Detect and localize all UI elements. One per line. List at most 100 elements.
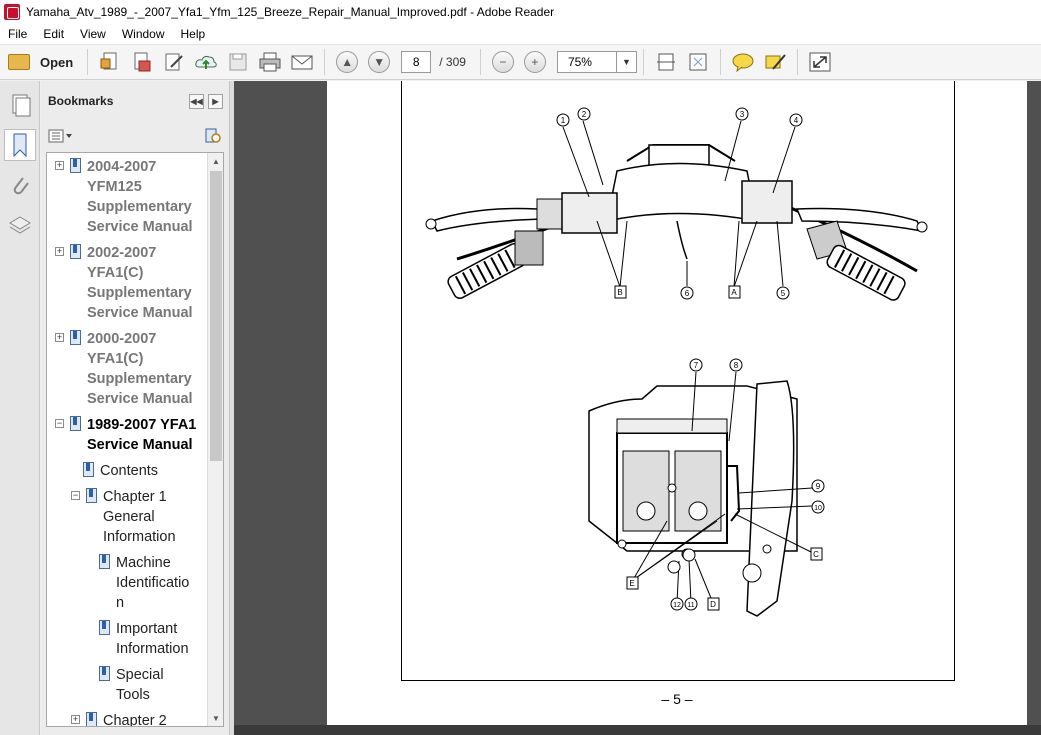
expand-toggle-icon[interactable]: + (55, 333, 64, 342)
expand-toggle-icon[interactable]: + (55, 247, 64, 256)
bookmarks-scrollbar[interactable]: ▲ ▼ (207, 153, 223, 726)
bookmark-icon (70, 416, 81, 431)
next-page-button[interactable]: ▼ (365, 48, 393, 76)
collapse-panel-button[interactable]: ◀◀ (189, 93, 204, 109)
callout-5: 5 (781, 289, 786, 298)
bookmark-item[interactable]: Machine Identificatio n (99, 553, 189, 613)
bookmark-item[interactable]: + 2002-2007 YFA1(C) Supplementary Servic… (55, 243, 193, 323)
page-number-input[interactable]: 8 (401, 51, 432, 73)
create-pdf-button[interactable] (96, 48, 124, 76)
menu-edit[interactable]: Edit (35, 24, 72, 44)
menu-help[interactable]: Help (173, 24, 214, 44)
attachments-button[interactable] (4, 169, 36, 201)
page-thumbnails-button[interactable] (4, 89, 36, 121)
bookmarks-tree: + 2004-2007 YFM125 Supplementary Service… (46, 152, 224, 727)
plus-icon: + (523, 51, 546, 73)
combine-files-icon (134, 52, 151, 72)
upload-button[interactable] (192, 48, 220, 76)
collapse-toggle-icon[interactable]: − (55, 419, 64, 428)
bookmark-item[interactable]: − Chapter 1 General Information (71, 487, 176, 547)
zoom-out-button[interactable]: − (489, 48, 517, 76)
callout-8: 8 (734, 361, 739, 370)
handlebar-diagram: 1 2 3 4 5 6 A B 7 8 9 10 11 12 C D E (425, 107, 928, 617)
menu-view[interactable]: View (72, 24, 114, 44)
toolbar-separator (324, 49, 326, 75)
callout-12: 12 (673, 602, 681, 609)
bookmark-icon (70, 330, 81, 345)
bookmarks-tools (41, 121, 229, 151)
toolbar-separator (87, 49, 89, 75)
bookmark-label: 2004-2007 YFM125 Supplementary Service M… (87, 159, 193, 235)
scroll-up-icon[interactable]: ▲ (208, 153, 223, 169)
collapse-toggle-icon[interactable]: − (71, 491, 80, 500)
create-pdf-icon (100, 52, 117, 70)
page-number-label: – 5 – (661, 691, 693, 707)
edit-pencil-icon (165, 53, 183, 71)
previous-page-button[interactable]: ▲ (333, 48, 361, 76)
bookmark-item[interactable]: + 2000-2007 YFA1(C) Supplementary Servic… (55, 329, 193, 409)
zoom-in-button[interactable]: + (521, 48, 549, 76)
bookmark-item[interactable]: Contents (83, 461, 158, 481)
bookmarks-header: Bookmarks ◀◀ ▶ (41, 81, 229, 121)
callout-6: 6 (685, 289, 690, 298)
save-button[interactable] (224, 48, 252, 76)
bookmark-item[interactable]: Special Tools (99, 665, 164, 705)
bookmark-item[interactable]: + 2004-2007 YFM125 Supplementary Service… (55, 157, 193, 237)
bookmark-item[interactable]: + Chapter 2 (71, 711, 167, 726)
open-button-label: Open (40, 54, 74, 70)
expand-arrows-icon (809, 52, 831, 72)
bookmark-item[interactable]: Important Information (99, 619, 189, 659)
options-menu-icon[interactable] (48, 129, 74, 143)
bookmark-label: Special Tools (116, 667, 164, 703)
expand-toggle-icon[interactable]: + (55, 161, 64, 170)
speech-bubble-icon (732, 53, 754, 73)
callout-b: B (617, 288, 622, 297)
expand-button[interactable] (806, 48, 834, 76)
bookmarks-panel: Bookmarks ◀◀ ▶ + 2004-2007 YFM125 Supple… (41, 81, 230, 735)
menu-window[interactable]: Window (114, 24, 173, 44)
paperclip-icon (13, 177, 29, 195)
bookmark-icon (70, 158, 81, 173)
comment-button[interactable] (729, 48, 757, 76)
document-bottom-bar (234, 725, 1041, 735)
bookmark-item[interactable]: − 1989-2007 YFA1 Service Manual (55, 415, 196, 455)
bookmark-ribbon-icon (13, 133, 27, 158)
print-button[interactable] (256, 48, 284, 76)
callout-c: C (813, 550, 819, 559)
bookmarks-panel-button[interactable] (4, 129, 36, 161)
highlight-button[interactable] (761, 48, 789, 76)
find-bookmark-icon[interactable] (204, 127, 222, 145)
scroll-down-icon[interactable]: ▼ (208, 710, 223, 726)
bookmark-label: 1989-2007 YFA1 Service Manual (87, 417, 197, 453)
callout-11: 11 (687, 602, 694, 609)
combine-button[interactable] (128, 48, 156, 76)
menu-bar: File Edit View Window Help (0, 24, 1041, 44)
menu-file[interactable]: File (0, 24, 35, 44)
folder-icon (8, 54, 30, 70)
bookmark-icon (99, 554, 110, 569)
bookmark-label: Contents (100, 463, 159, 479)
open-button[interactable]: Open (0, 48, 81, 76)
fit-width-icon (656, 53, 675, 71)
scrollbar-thumb[interactable] (210, 171, 222, 461)
arrow-down-icon: ▼ (368, 51, 391, 73)
zoom-dropdown-button[interactable]: ▼ (616, 51, 637, 73)
expand-toggle-icon[interactable]: + (71, 715, 80, 724)
bookmarks-title: Bookmarks (48, 94, 114, 108)
callout-4: 4 (794, 116, 799, 125)
expand-panel-button[interactable]: ▶ (208, 93, 223, 109)
bookmark-label: Machine Identificatio n (116, 555, 190, 611)
page-thumbnails-icon (12, 94, 31, 117)
email-button[interactable] (288, 48, 316, 76)
chevron-down-icon: ▼ (621, 57, 631, 67)
pdf-app-icon (4, 4, 20, 20)
layers-button[interactable] (4, 209, 36, 241)
page-total: / 309 (439, 55, 466, 69)
callout-10: 10 (814, 505, 822, 512)
fit-page-button[interactable] (684, 48, 712, 76)
zoom-level-input[interactable]: 75% (556, 51, 617, 73)
window-title: Yamaha_Atv_1989_-_2007_Yfa1_Yfm_125_Bree… (26, 5, 555, 19)
edit-button[interactable] (160, 48, 188, 76)
fit-width-button[interactable] (652, 48, 680, 76)
bookmark-icon (70, 244, 81, 259)
